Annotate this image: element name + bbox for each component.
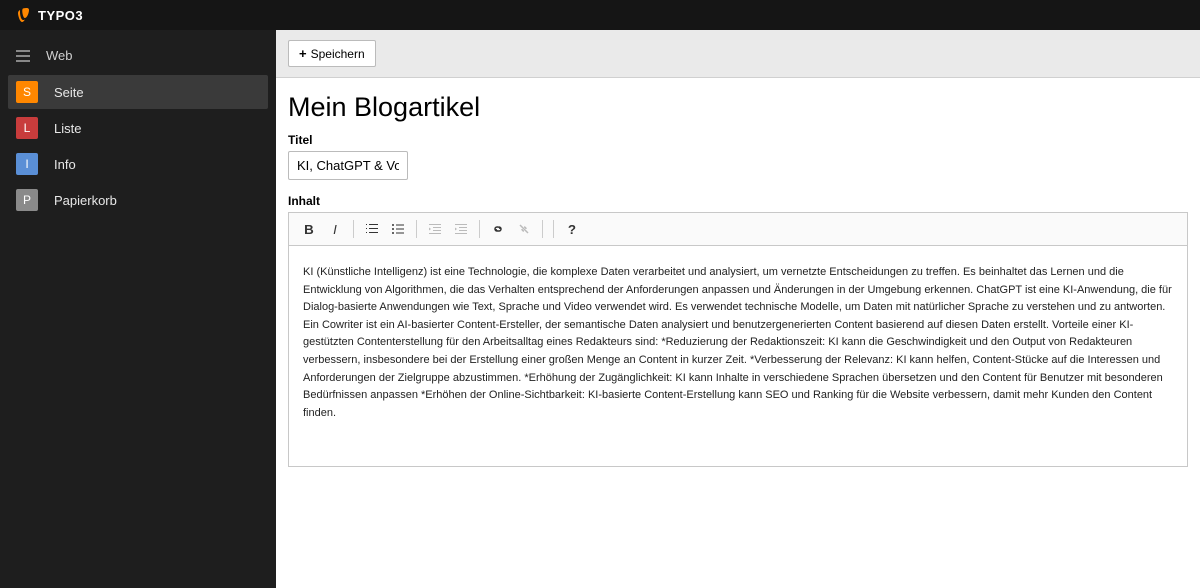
save-button-label: Speichern [311,47,365,61]
hamburger-icon [16,50,30,62]
editor-content[interactable]: KI (Künstliche Intelligenz) ist eine Tec… [289,246,1187,466]
sidebar-item-liste[interactable]: L Liste [8,111,268,145]
sidebar-item-info[interactable]: I Info [8,147,268,181]
nav-item-label: Liste [54,121,81,136]
action-toolbar: + Speichern [276,30,1200,78]
outdent-button [423,217,447,241]
nav-group-web[interactable]: Web [0,38,276,73]
sidebar-item-papierkorb[interactable]: P Papierkorb [8,183,268,217]
sidebar: Web S Seite L Liste I Info P Papierkorb [0,30,276,588]
nav-item-label: Seite [54,85,84,100]
unlink-icon [517,222,531,236]
unlink-button [512,217,536,241]
unordered-list-icon [391,222,405,236]
toolbar-separator [416,220,417,238]
ordered-list-button[interactable] [360,217,384,241]
nav-badge: S [16,81,38,103]
link-icon [491,222,505,236]
nav-badge: I [16,153,38,175]
rich-text-editor: B I [288,212,1188,467]
ordered-list-icon [365,222,379,236]
typo3-logo-icon [16,7,32,23]
toolbar-separator [542,220,543,238]
page-heading: Mein Blogartikel [288,92,1188,123]
brand-logo[interactable]: TYPO3 [16,7,83,23]
indent-button [449,217,473,241]
editor-toolbar: B I [289,213,1187,246]
nav-badge: L [16,117,38,139]
title-input[interactable] [288,151,408,180]
brand-name: TYPO3 [38,8,83,23]
nav-item-label: Info [54,157,76,172]
italic-button[interactable]: I [323,217,347,241]
sidebar-item-seite[interactable]: S Seite [8,75,268,109]
toolbar-separator [553,220,554,238]
main-content: + Speichern Mein Blogartikel Titel Inhal… [276,30,1200,588]
bold-button[interactable]: B [297,217,321,241]
title-field-label: Titel [288,133,1188,147]
nav-badge: P [16,189,38,211]
outdent-icon [428,222,442,236]
unordered-list-button[interactable] [386,217,410,241]
plus-icon: + [299,46,307,61]
nav-item-label: Papierkorb [54,193,117,208]
link-button[interactable] [486,217,510,241]
indent-icon [454,222,468,236]
toolbar-separator [353,220,354,238]
save-button[interactable]: + Speichern [288,40,376,67]
topbar: TYPO3 [0,0,1200,30]
help-button[interactable]: ? [560,217,584,241]
toolbar-separator [479,220,480,238]
content-field-label: Inhalt [288,194,1188,208]
nav-group-label: Web [46,48,73,63]
